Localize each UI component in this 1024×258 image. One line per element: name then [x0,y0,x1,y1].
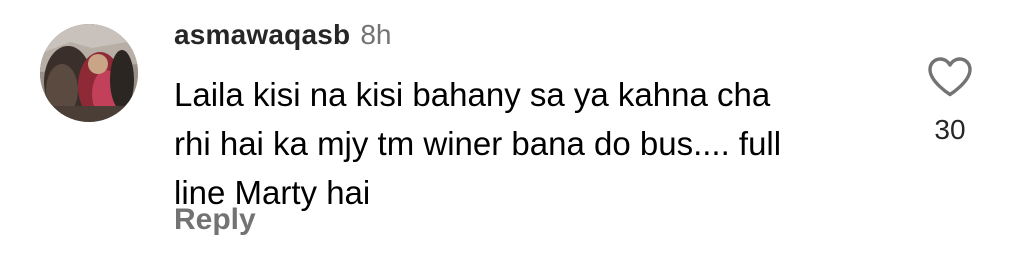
username[interactable]: asmawaqasb [174,19,350,51]
like-group: 30 [916,56,984,156]
reply-button[interactable]: Reply [174,203,256,237]
comment-item: asmawaqasb 8h Laila kisi na kisi bahany … [0,0,1024,258]
like-button[interactable] [927,56,973,98]
like-count: 30 [934,114,966,145]
comment-text: Laila kisi na kisi bahany sa ya kahna ch… [174,76,782,211]
avatar-photo-icon [40,24,138,122]
avatar[interactable] [40,24,138,122]
timestamp: 8h [360,19,392,50]
comment-header: asmawaqasb 8h [174,19,391,55]
heart-outline-icon [928,57,972,97]
